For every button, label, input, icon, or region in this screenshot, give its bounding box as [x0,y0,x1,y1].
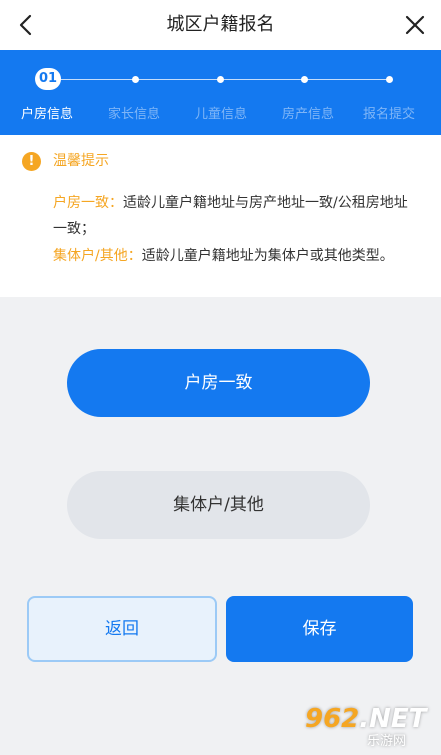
tip-item: 集体户/其他：适龄儿童户籍地址为集体户或其他类型。 [53,243,418,269]
return-button[interactable]: 返回 [27,596,217,662]
tip-key: 集体户/其他： [53,248,142,264]
step-label-2: 家长信息 [107,107,160,122]
close-button[interactable] [403,13,427,37]
tips-title: 温馨提示 [53,153,109,169]
watermark-sub: 乐游网 [367,734,407,749]
watermark-logo: 962.NET 乐游网 [305,705,433,753]
option-household-match-button[interactable]: 户房一致 [67,349,370,417]
header-bar: 城区户籍报名 [0,0,441,50]
watermark-brand: 962.NET [305,704,427,734]
step-1-indicator: 01 [35,68,61,90]
step-line [58,79,391,80]
tip-key: 户房一致： [53,195,123,211]
warning-icon: ! [22,152,41,171]
step-label-1: 户房信息 [20,107,73,122]
step-progress: 01 户房信息 家长信息 儿童信息 房产信息 报名提交 [0,50,441,135]
step-2-dot [132,76,139,83]
tip-item: 户房一致：适龄儿童户籍地址与房产地址一致/公租房地址一致； [53,190,418,242]
step-4-dot [301,76,308,83]
step-label-3: 儿童信息 [194,107,247,122]
step-5-dot [386,76,393,83]
save-button[interactable]: 保存 [226,596,413,662]
tips-panel: ! 温馨提示 户房一致：适龄儿童户籍地址与房产地址一致/公租房地址一致； 集体户… [0,135,441,297]
page-title: 城区户籍报名 [166,14,275,35]
step-3-dot [217,76,224,83]
close-icon [405,15,425,35]
tip-text: 适龄儿童户籍地址为集体户或其他类型。 [141,248,394,264]
option-collective-other-button[interactable]: 集体户/其他 [67,471,370,539]
step-label-5: 报名提交 [362,107,415,122]
step-label-4: 房产信息 [281,107,334,122]
